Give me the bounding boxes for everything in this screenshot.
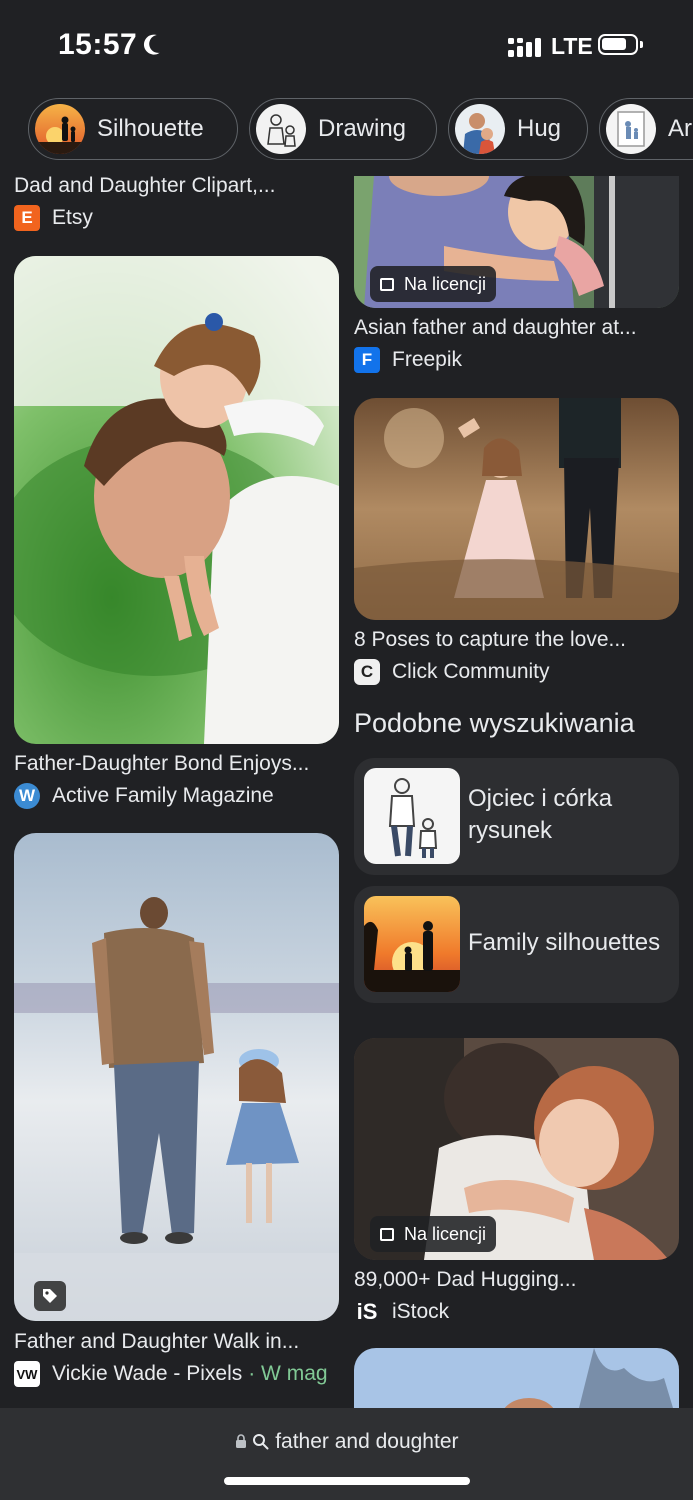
clock: 15:57 [58, 28, 138, 61]
result-title[interactable]: 89,000+ Dad Hugging... [354, 1268, 679, 1292]
signal-icon [508, 38, 541, 57]
related-search-item[interactable]: Family silhouettes [354, 886, 679, 1003]
related-thumbnail [364, 896, 460, 992]
battery-icon [598, 34, 643, 55]
badge-label: Na licencji [404, 1223, 487, 1244]
result-image[interactable] [354, 398, 679, 620]
source-name: Active Family Magazine [52, 784, 274, 807]
etsy-icon: E [14, 205, 40, 231]
chip-thumbnail [455, 104, 505, 154]
result-source[interactable]: E Etsy [14, 205, 93, 231]
address-field[interactable]: father and doughter [0, 1430, 693, 1454]
result-image[interactable]: Na licencji [354, 1038, 679, 1260]
result-image[interactable]: Na licencji [354, 176, 679, 308]
related-searches-heading: Podobne wyszukiwania [354, 708, 635, 738]
result-title[interactable]: Dad and Daughter Clipart,... [14, 174, 339, 198]
chip-thumbnail [256, 104, 306, 154]
moon-icon [143, 34, 160, 55]
url-text: father and doughter [275, 1430, 459, 1453]
chip-label: Drawing [318, 115, 407, 142]
source-name: Freepik [392, 348, 463, 371]
status-bar: 15:57 LTE [0, 0, 693, 92]
related-search-item[interactable]: Ojciec i córka rysunek [354, 758, 679, 875]
source-name: Etsy [52, 206, 93, 229]
related-line-1: Ojciec i córka [468, 785, 613, 812]
chip-hug[interactable]: Hug [448, 98, 588, 160]
istock-icon: iS [356, 1299, 378, 1324]
result-source[interactable]: F Freepik [354, 347, 462, 373]
chip-silhouette[interactable]: Silhouette [28, 98, 238, 160]
result-title[interactable]: Father-Daughter Bond Enjoys... [14, 752, 339, 776]
suggestion-chips: Silhouette Drawing Hug Ar [0, 98, 693, 162]
badge-label: Na licencji [404, 273, 487, 294]
source-name: Vickie Wade - Pixels [52, 1362, 243, 1385]
result-title[interactable]: Father and Daughter Walk in... [14, 1330, 339, 1354]
pixels-icon: VW [14, 1361, 40, 1387]
licensed-badge: Na licencji [370, 1216, 497, 1252]
result-source[interactable]: C Click Community [354, 659, 550, 685]
chip-thumbnail [35, 104, 85, 154]
network-type: LTE [551, 33, 593, 59]
chip-label: Hug [517, 115, 562, 142]
lock-icon [235, 1434, 246, 1448]
image-icon [380, 1227, 394, 1241]
chip-thumbnail [606, 104, 656, 154]
tag-icon[interactable] [34, 1281, 66, 1311]
related-thumbnail [364, 768, 460, 864]
browser-address-bar[interactable] [0, 1408, 693, 1500]
home-indicator[interactable] [224, 1477, 470, 1485]
result-title[interactable]: Asian father and daughter at... [354, 316, 679, 340]
chip-label: Ar [668, 115, 692, 142]
result-source[interactable]: W Active Family Magazine [14, 783, 274, 809]
related-search-label: Ojciec i córka rysunek [468, 783, 612, 847]
chip-drawing[interactable]: Drawing [249, 98, 437, 160]
licensed-badge: Na licencji [370, 266, 497, 302]
source-name: iStock [392, 1300, 450, 1323]
wordpress-icon: W [14, 783, 40, 809]
source-name: Click Community [392, 660, 550, 683]
related-search-label: Family silhouettes [468, 929, 661, 956]
image-icon [380, 277, 394, 291]
result-source[interactable]: iS iStock [354, 1299, 450, 1325]
result-source[interactable]: VW Vickie Wade - Pixels · W mag [14, 1361, 328, 1387]
result-image[interactable] [14, 833, 339, 1321]
click-community-icon: C [354, 659, 380, 685]
result-title[interactable]: 8 Poses to capture the love... [354, 628, 679, 652]
search-icon [253, 1434, 269, 1450]
source-extra[interactable]: · W mag [248, 1362, 327, 1386]
related-line-2: rysunek [468, 817, 553, 844]
chip-label: Silhouette [97, 115, 204, 142]
freepik-icon: F [354, 347, 380, 373]
chip-art[interactable]: Ar [599, 98, 693, 160]
result-image[interactable] [14, 256, 339, 744]
